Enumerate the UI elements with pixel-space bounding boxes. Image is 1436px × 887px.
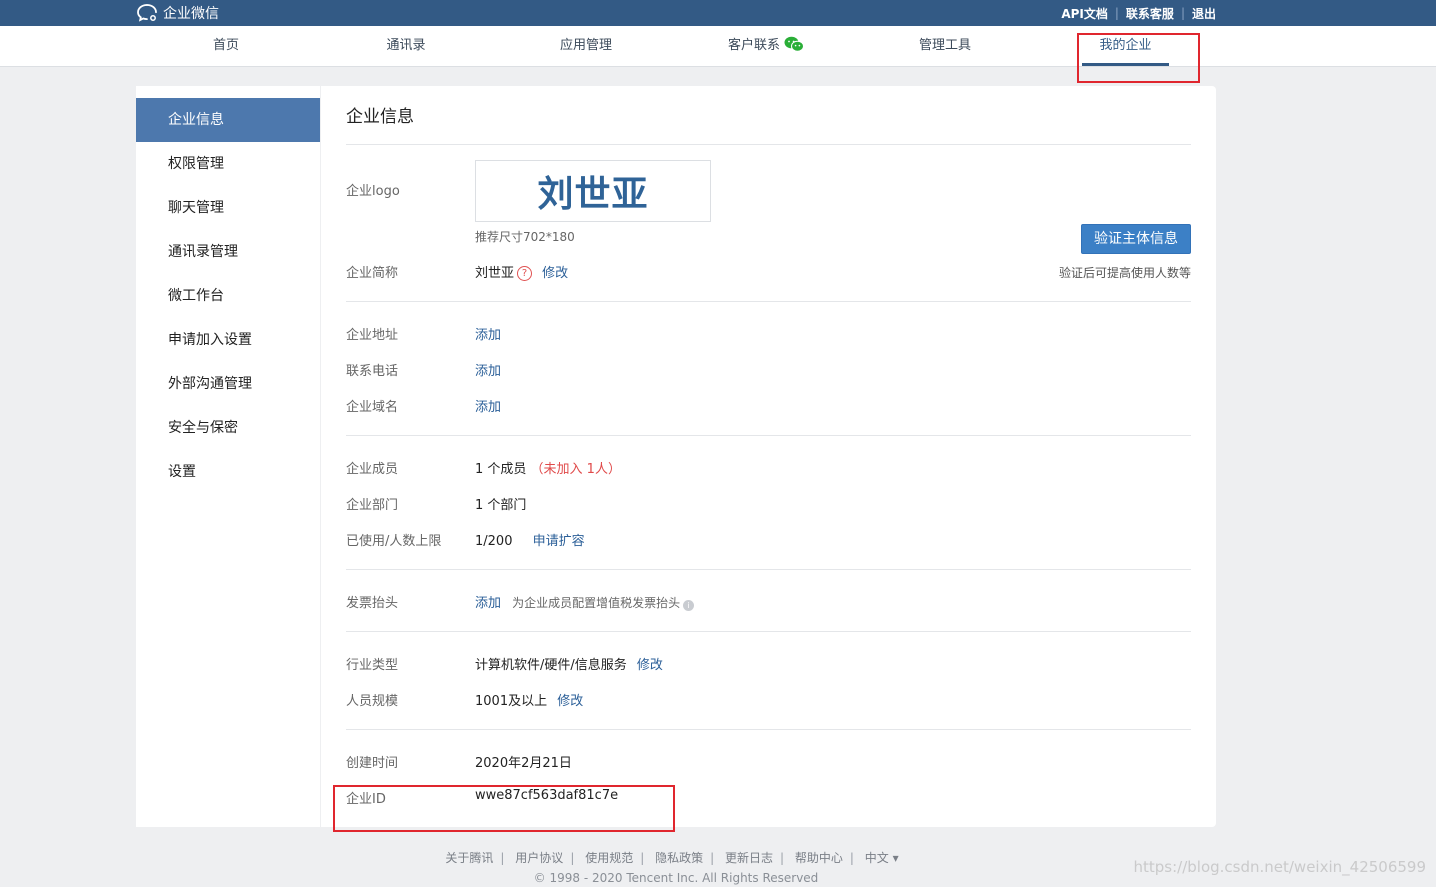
modify-industry-link[interactable]: 修改 xyxy=(637,658,663,673)
invoice-label: 发票抬头 xyxy=(346,596,399,611)
industry-label: 行业类型 xyxy=(346,658,399,673)
sidebar-item-security[interactable]: 安全与保密 xyxy=(136,406,320,450)
verify-hint: 验证后可提高使用人数等 xyxy=(1058,266,1191,280)
scale-row: 1001及以上 修改 xyxy=(475,690,583,709)
members-row: 1 个成员 （未加入 1人） xyxy=(475,458,621,477)
info-icon[interactable]: i xyxy=(683,600,695,611)
highlight-box-my-enterprise xyxy=(1077,33,1200,83)
sidebar-item-join-settings[interactable]: 申请加入设置 xyxy=(136,318,320,362)
sidebar-item-contacts-management[interactable]: 通讯录管理 xyxy=(136,230,320,274)
short-name-row: 刘世亚? 修改 xyxy=(475,262,568,281)
contact-support-link[interactable]: 联系客服 xyxy=(1126,5,1174,22)
created-time-label: 创建时间 xyxy=(346,756,399,771)
divider: | xyxy=(1180,6,1185,20)
divider xyxy=(346,435,1191,436)
members-label: 企业成员 xyxy=(346,462,399,477)
modify-scale-link[interactable]: 修改 xyxy=(557,694,583,709)
add-domain-link[interactable]: 添加 xyxy=(475,396,501,415)
modify-short-name-link[interactable]: 修改 xyxy=(542,266,568,281)
footer-user-agreement-link[interactable]: 用户协议 xyxy=(515,851,563,865)
scale-value: 1001及以上 xyxy=(475,694,548,709)
logo-size-hint: 推荐尺寸702*180 xyxy=(475,230,575,244)
add-phone-link[interactable]: 添加 xyxy=(475,360,501,379)
work-wechat-logo-icon xyxy=(137,4,157,22)
domain-label: 企业域名 xyxy=(346,400,399,415)
apply-expansion-link[interactable]: 申请扩容 xyxy=(533,534,585,549)
brand-name: 企业微信 xyxy=(163,6,219,22)
scale-label: 人员规模 xyxy=(346,694,399,709)
language-select[interactable]: 中文 ▾ xyxy=(865,851,899,865)
divider: | xyxy=(849,851,854,865)
nav-customer-contact-label: 客户联系 xyxy=(727,38,780,53)
add-address-link[interactable]: 添加 xyxy=(475,324,501,343)
sidebar-item-chat-management[interactable]: 聊天管理 xyxy=(136,186,320,230)
divider: | xyxy=(500,851,505,865)
created-time-value: 2020年2月21日 xyxy=(475,756,572,771)
industry-row: 计算机软件/硬件/信息服务 修改 xyxy=(475,654,663,673)
divider xyxy=(346,631,1191,632)
short-name-value: 刘世亚 xyxy=(475,266,515,281)
nav-app-management[interactable]: 应用管理 xyxy=(552,26,620,66)
divider: | xyxy=(640,851,645,865)
member-limit-label: 已使用/人数上限 xyxy=(346,534,442,549)
divider xyxy=(346,144,1191,145)
footer-changelog-link[interactable]: 更新日志 xyxy=(725,851,773,865)
divider: | xyxy=(779,851,785,865)
short-name-label: 企业简称 xyxy=(346,266,399,281)
top-bar: 企业微信 API文档 | 联系客服 | 退出 xyxy=(0,0,1436,26)
industry-value: 计算机软件/硬件/信息服务 xyxy=(475,658,627,673)
divider: | xyxy=(1114,6,1119,20)
departments-label: 企业部门 xyxy=(346,498,399,513)
sidebar-item-permissions[interactable]: 权限管理 xyxy=(136,142,320,186)
page-title: 企业信息 xyxy=(346,107,414,127)
api-docs-link[interactable]: API文档 xyxy=(1061,5,1108,22)
nav-management-tools[interactable]: 管理工具 xyxy=(911,26,979,66)
brand[interactable]: 企业微信 xyxy=(136,0,219,26)
invoice-row: 添加 为企业成员配置增值税发票抬头 i xyxy=(475,592,695,611)
nav-customer-contact[interactable]: 客户联系 xyxy=(720,26,812,66)
wechat-icon xyxy=(784,36,804,52)
member-limit-value: 1/200 xyxy=(475,534,513,549)
footer-about-link[interactable]: 关于腾讯 xyxy=(445,851,493,865)
enterprise-info-panel: 企业信息 企业logo 刘世亚 推荐尺寸702*180 验证主体信息 验证后可提… xyxy=(321,86,1216,827)
nav-contacts[interactable]: 通讯录 xyxy=(372,26,440,66)
member-limit-row: 1/200 申请扩容 xyxy=(475,530,585,549)
divider xyxy=(346,569,1191,570)
add-invoice-link[interactable]: 添加 xyxy=(475,596,501,611)
divider xyxy=(346,729,1191,730)
footer-privacy-link[interactable]: 隐私政策 xyxy=(655,851,703,865)
nav-home[interactable]: 首页 xyxy=(196,26,256,66)
main-nav: 首页 通讯录 应用管理 客户联系 管理工具 我的企业 xyxy=(0,26,1436,67)
unjoined-members-link[interactable]: （未加入 1人） xyxy=(531,462,621,477)
logout-link[interactable]: 退出 xyxy=(1192,5,1216,22)
verify-entity-button[interactable]: 验证主体信息 xyxy=(1081,224,1191,254)
divider xyxy=(346,301,1191,302)
sidebar-item-external-communication[interactable]: 外部沟通管理 xyxy=(136,362,320,406)
divider: | xyxy=(710,851,715,865)
sidebar: 企业信息 权限管理 聊天管理 通讯录管理 微工作台 申请加入设置 外部沟通管理 … xyxy=(136,86,320,827)
sidebar-item-micro-workbench[interactable]: 微工作台 xyxy=(136,274,320,318)
sidebar-item-settings[interactable]: 设置 xyxy=(136,450,320,494)
watermark: https://blog.csdn.net/weixin_42506599 xyxy=(1133,858,1426,876)
help-question-icon[interactable]: ? xyxy=(517,266,533,281)
footer-help-center-link[interactable]: 帮助中心 xyxy=(795,851,843,865)
logo-label: 企业logo xyxy=(346,184,400,199)
divider: | xyxy=(570,851,575,865)
invoice-hint: 为企业成员配置增值税发票抬头 xyxy=(512,596,681,610)
sidebar-item-enterprise-info[interactable]: 企业信息 xyxy=(136,98,320,142)
departments-value: 1 个部门 xyxy=(475,498,527,513)
enterprise-logo[interactable]: 刘世亚 xyxy=(475,160,711,222)
phone-label: 联系电话 xyxy=(346,364,399,379)
members-value: 1 个成员 xyxy=(475,462,527,477)
address-label: 企业地址 xyxy=(346,328,399,343)
footer-usage-rules-link[interactable]: 使用规范 xyxy=(585,851,633,865)
top-links: API文档 | 联系客服 | 退出 xyxy=(1061,0,1216,26)
highlight-box-corp-id xyxy=(333,785,675,832)
